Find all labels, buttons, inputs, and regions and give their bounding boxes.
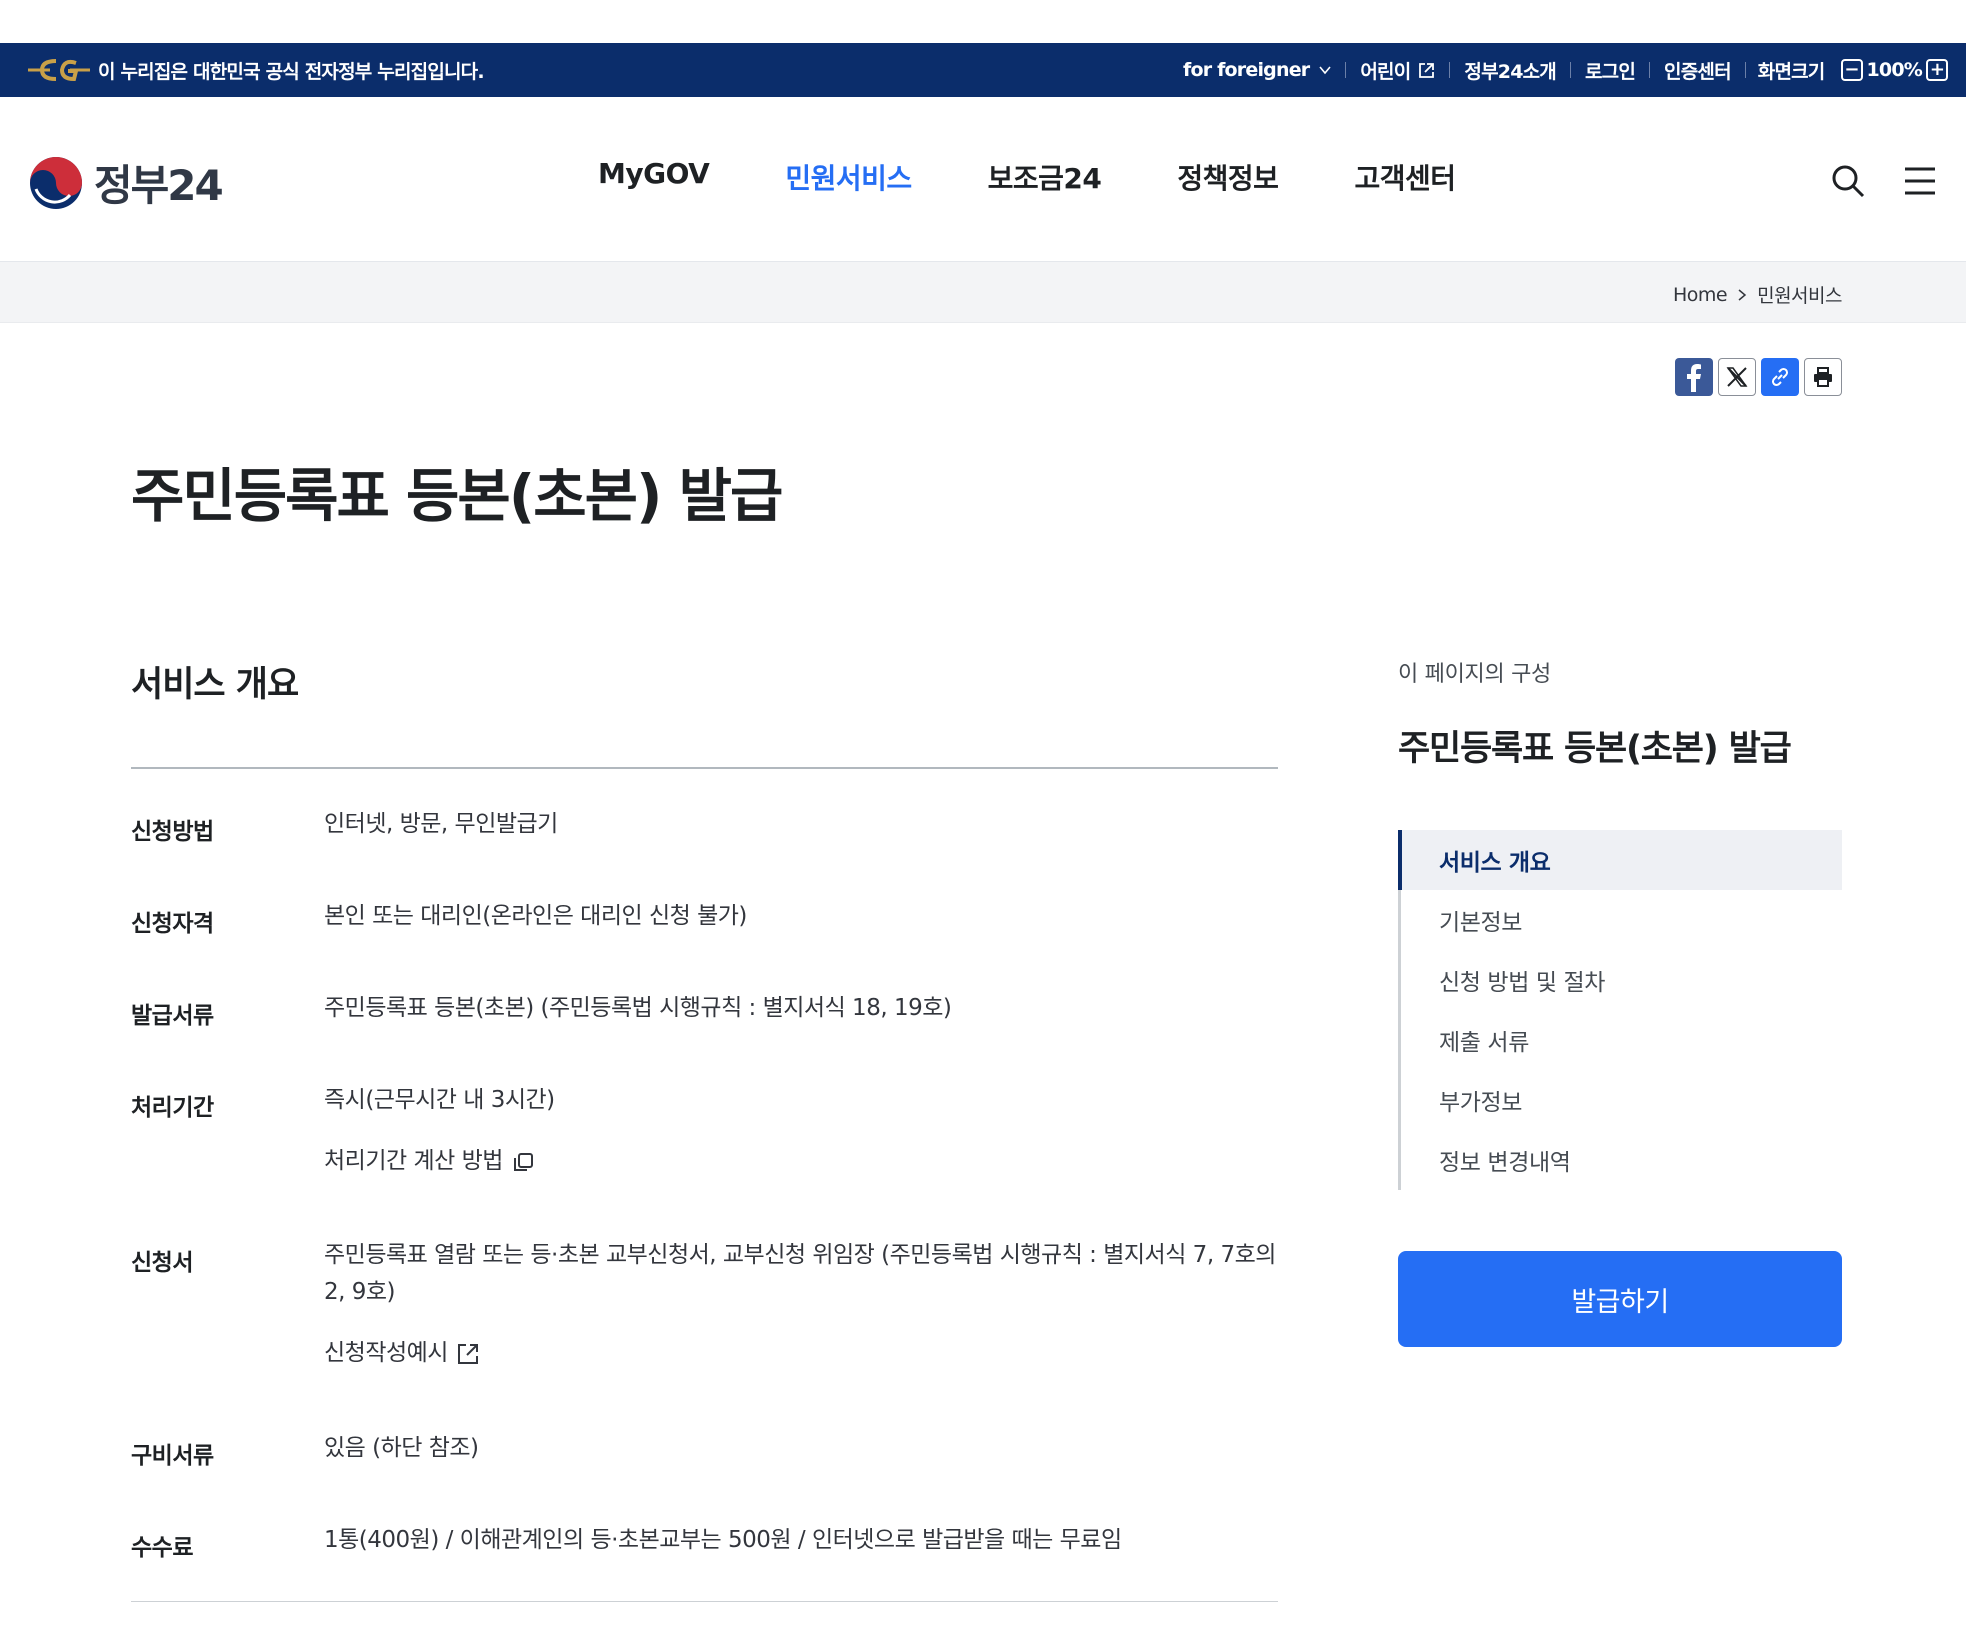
zoom-value: 100% [1866,59,1923,81]
link-icon [1771,367,1789,387]
breadcrumb-home[interactable]: Home [1673,284,1728,306]
brand-name: 정부24 [94,161,224,210]
row-value: 본인 또는 대리인(온라인은 대리인 신청 불가) [324,903,747,929]
nav-item-subsidy24[interactable]: 보조금24 [988,157,1102,197]
copy-link-button[interactable] [1761,358,1799,396]
facebook-icon [1687,364,1701,392]
taegeuk-emblem-icon [30,156,82,209]
row-value: 즉시(근무시간 내 3시간) 처리기간 계산 방법 [324,1082,1278,1180]
issue-button[interactable]: 발급하기 [1398,1251,1842,1347]
toc-item-documents[interactable]: 제출 서류 [1401,1010,1842,1070]
application-form-text: 주민등록표 열람 또는 등·초본 교부신청서, 교부신청 위임장 (주민등록법 … [324,1242,1276,1305]
zoom-out-button[interactable]: − [1840,59,1863,81]
search-icon[interactable] [1830,163,1866,199]
chevron-right-icon [1738,288,1747,301]
page-contents-nav: 서비스 개요 기본정보 신청 방법 및 절차 제출 서류 부가정보 정보 변경내… [1398,830,1842,1190]
popup-icon [513,1152,533,1171]
eg-logo-icon [28,59,90,82]
row-label: 신청서 [131,1250,193,1276]
row-value: 인터넷, 방문, 무인발급기 [324,811,558,837]
cert-center-label: 인증센터 [1664,60,1732,83]
nav-item-mygov[interactable]: MyGOV [598,157,710,197]
for-foreigner-label: for foreigner [1182,59,1310,81]
row-label: 발급서류 [131,1003,214,1029]
banner-text: 이 누리집은 대한민국 공식 전자정부 누리집입니다. [98,61,485,83]
breadcrumb-current[interactable]: 민원서비스 [1757,281,1842,308]
form-example-label: 신청작성예시 [324,1340,448,1366]
toc-title: 주민등록표 등본(초본) 발급 [1398,729,1792,769]
login-label: 로그인 [1584,60,1636,83]
row-label: 신청방법 [131,819,214,845]
print-button[interactable] [1804,358,1842,396]
section-divider [131,767,1278,769]
processing-time-text: 즉시(근무시간 내 3시간) [324,1087,555,1113]
row-label: 처리기간 [131,1095,214,1121]
print-icon [1814,367,1832,387]
chevron-down-icon [1319,66,1331,75]
section-divider [131,1601,1278,1602]
cert-center-link[interactable]: 인증센터 [1650,57,1745,84]
gov-banner: 이 누리집은 대한민국 공식 전자정부 누리집입니다. for foreigne… [0,43,1966,97]
about-gov24-label: 정부24소개 [1464,60,1556,83]
x-icon [1726,367,1748,387]
share-buttons [1675,358,1842,396]
nav-item-policy[interactable]: 정책정보 [1177,157,1279,197]
processing-calc-label: 처리기간 계산 방법 [324,1148,503,1174]
kids-label: 어린이 [1360,60,1411,83]
page-title: 주민등록표 등본(초본) 발급 [131,462,783,530]
breadcrumb: Home 민원서비스 [1673,281,1843,308]
row-value: 주민등록표 등본(초본) (주민등록법 시행규칙 : 별지서식 18, 19호) [324,995,952,1021]
processing-calc-link[interactable]: 처리기간 계산 방법 [324,1143,535,1180]
screen-size-control: 화면크기 − 100% + [1746,57,1952,84]
screen-size-label: 화면크기 [1757,60,1826,83]
row-label: 수수료 [131,1535,193,1561]
utility-menu: for foreigner 어린이 정부24소개 로그인 인증센터 화면크기 −… [1169,43,1952,97]
toc-item-procedure[interactable]: 신청 방법 및 절차 [1401,950,1842,1010]
login-link[interactable]: 로그인 [1571,57,1649,84]
form-example-link[interactable]: 신청작성예시 [324,1335,480,1372]
toc-item-additional-info[interactable]: 부가정보 [1401,1070,1842,1130]
toc-caption: 이 페이지의 구성 [1398,662,1551,687]
header-actions [1830,163,1938,199]
facebook-share-button[interactable] [1675,358,1713,396]
breadcrumb-bar: Home 민원서비스 [0,262,1966,323]
row-value: 있음 (하단 참조) [324,1435,479,1461]
site-header: 정부24 MyGOV 민원서비스 보조금24 정책정보 고객센터 [0,97,1966,262]
kids-link[interactable]: 어린이 [1346,57,1449,84]
row-value: 1통(400원) / 이해관계인의 등·초본교부는 500원 / 인터넷으로 발… [324,1527,1122,1553]
menu-icon[interactable] [1902,163,1938,199]
toc-item-change-history[interactable]: 정보 변경내역 [1401,1130,1842,1190]
x-share-button[interactable] [1718,358,1756,396]
toc-item-basic-info[interactable]: 기본정보 [1401,890,1842,950]
nav-item-civil-service[interactable]: 민원서비스 [785,157,912,197]
row-label: 구비서류 [131,1443,214,1469]
external-link-icon [1419,62,1435,78]
toc-item-overview[interactable]: 서비스 개요 [1398,830,1842,890]
zoom-in-button[interactable]: + [1926,59,1948,81]
external-link-icon [457,1343,478,1364]
for-foreigner-menu[interactable]: for foreigner [1169,59,1345,81]
brand-logo-link[interactable]: 정부24 [28,152,224,213]
section-title-overview: 서비스 개요 [131,665,299,705]
about-gov24-link[interactable]: 정부24소개 [1450,57,1570,84]
row-label: 신청자격 [131,911,214,937]
main-nav: MyGOV 민원서비스 보조금24 정책정보 고객센터 [598,157,1456,197]
nav-item-support[interactable]: 고객센터 [1354,157,1456,197]
row-value: 주민등록표 열람 또는 등·초본 교부신청서, 교부신청 위임장 (주민등록법 … [324,1237,1278,1372]
